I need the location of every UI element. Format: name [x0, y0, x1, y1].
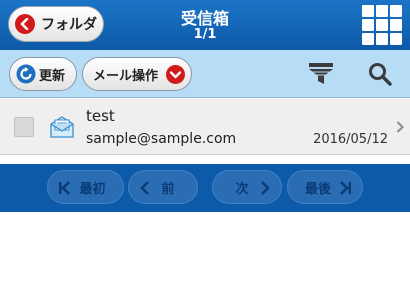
- prev-page-label: 前: [161, 181, 175, 197]
- grid-menu-icon[interactable]: [362, 5, 402, 45]
- last-page-label: 最後: [304, 181, 331, 197]
- next-page-label: 次: [235, 181, 249, 197]
- mail-operations-button[interactable]: メール操作: [82, 57, 192, 91]
- prev-page-button[interactable]: 前: [128, 170, 198, 204]
- last-page-icon: [340, 181, 351, 195]
- chevron-down-icon: [166, 65, 185, 84]
- mail-operations-label: メール操作: [93, 68, 159, 84]
- last-page-button[interactable]: 最後: [287, 170, 363, 204]
- pagination-bar: 最初 前 次 最後: [0, 164, 410, 212]
- chevron-right-icon: [261, 181, 270, 195]
- next-page-button[interactable]: 次: [212, 170, 282, 204]
- filter-icon[interactable]: [308, 62, 334, 86]
- chevron-right-icon: [396, 121, 404, 133]
- first-page-label: 最初: [79, 181, 106, 197]
- open-envelope-icon: [50, 116, 74, 138]
- mail-date: 2016/05/12: [313, 132, 388, 147]
- refresh-button[interactable]: 更新: [9, 57, 77, 91]
- page-title: 受信箱: [180, 9, 229, 28]
- page-indicator: 1/1: [193, 27, 217, 42]
- search-icon[interactable]: [368, 62, 392, 86]
- chevron-left-icon: [140, 181, 149, 195]
- first-page-button[interactable]: 最初: [47, 170, 124, 204]
- refresh-icon: [16, 64, 36, 84]
- mail-sender: sample@sample.com: [86, 131, 237, 147]
- toolbar: 更新 メール操作: [0, 50, 410, 98]
- mail-select-checkbox[interactable]: [14, 117, 34, 137]
- mail-subject: test: [86, 107, 115, 125]
- app-header: フォルダ 受信箱 1/1: [0, 0, 410, 50]
- refresh-label: 更新: [39, 68, 66, 84]
- mail-list-item[interactable]: test sample@sample.com 2016/05/12: [0, 99, 410, 155]
- first-page-icon: [59, 181, 70, 195]
